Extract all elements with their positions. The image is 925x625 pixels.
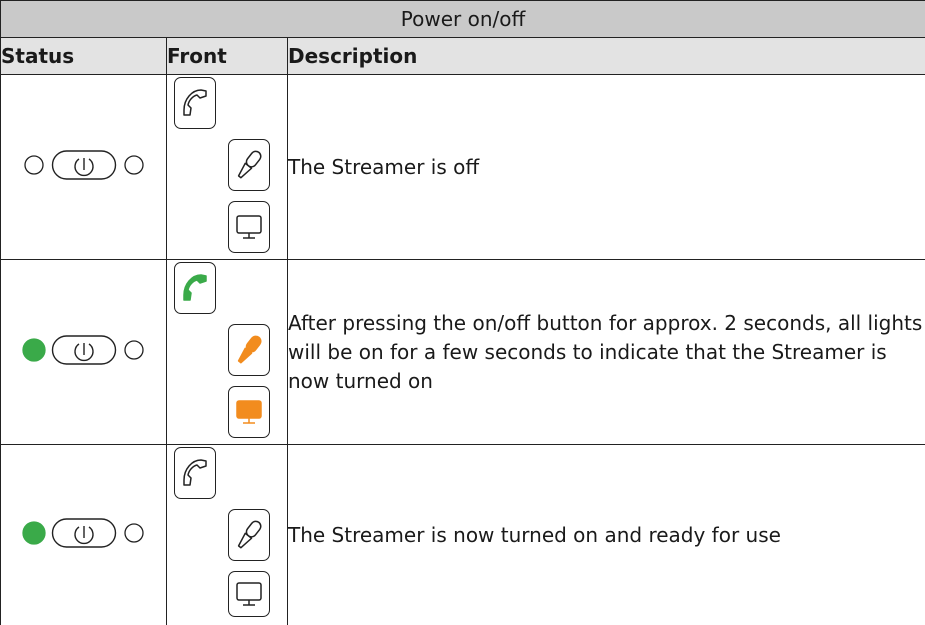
- description-text: After pressing the on/off button for app…: [288, 260, 925, 445]
- header-description: Description: [288, 38, 925, 75]
- monitor-icon: [228, 386, 270, 438]
- status-indicator-group: [1, 148, 166, 186]
- header-status: Status: [1, 38, 167, 75]
- header-front: Front: [167, 38, 288, 75]
- front-cell: [167, 260, 288, 445]
- left-status-light: [21, 520, 47, 550]
- front-panel-icons: [167, 445, 281, 625]
- right-status-light: [121, 337, 147, 367]
- phone-icon: [174, 262, 216, 314]
- microphone-icon: [228, 324, 270, 376]
- table-header-row: Status Front Description: [1, 38, 925, 75]
- front-panel-icons: [167, 75, 281, 255]
- power-button-icon: [51, 148, 117, 186]
- front-panel-icons: [167, 260, 281, 440]
- status-cell: [1, 75, 167, 260]
- table-row: The Streamer is now turned on and ready …: [1, 445, 925, 625]
- description-text: The Streamer is now turned on and ready …: [288, 445, 925, 625]
- table-row: After pressing the on/off button for app…: [1, 260, 925, 445]
- monitor-icon: [228, 571, 270, 617]
- status-indicator-group: [1, 516, 166, 554]
- front-cell: [167, 445, 288, 625]
- description-text: The Streamer is off: [288, 75, 925, 260]
- power-button-icon: [51, 516, 117, 554]
- left-status-light: [21, 337, 47, 367]
- phone-icon: [174, 447, 216, 499]
- table-title-row: Power on/off: [1, 1, 925, 38]
- table-row: The Streamer is off: [1, 75, 925, 260]
- power-button-icon: [51, 333, 117, 371]
- status-cell: [1, 260, 167, 445]
- table-title: Power on/off: [1, 1, 925, 38]
- power-onoff-table: Power on/off Status Front Description Th…: [0, 0, 925, 625]
- right-status-light: [121, 152, 147, 182]
- status-indicator-group: [1, 333, 166, 371]
- microphone-icon: [228, 139, 270, 191]
- right-status-light: [121, 520, 147, 550]
- phone-icon: [174, 77, 216, 129]
- monitor-icon: [228, 201, 270, 253]
- status-cell: [1, 445, 167, 625]
- left-status-light: [21, 152, 47, 182]
- microphone-icon: [228, 509, 270, 561]
- front-cell: [167, 75, 288, 260]
